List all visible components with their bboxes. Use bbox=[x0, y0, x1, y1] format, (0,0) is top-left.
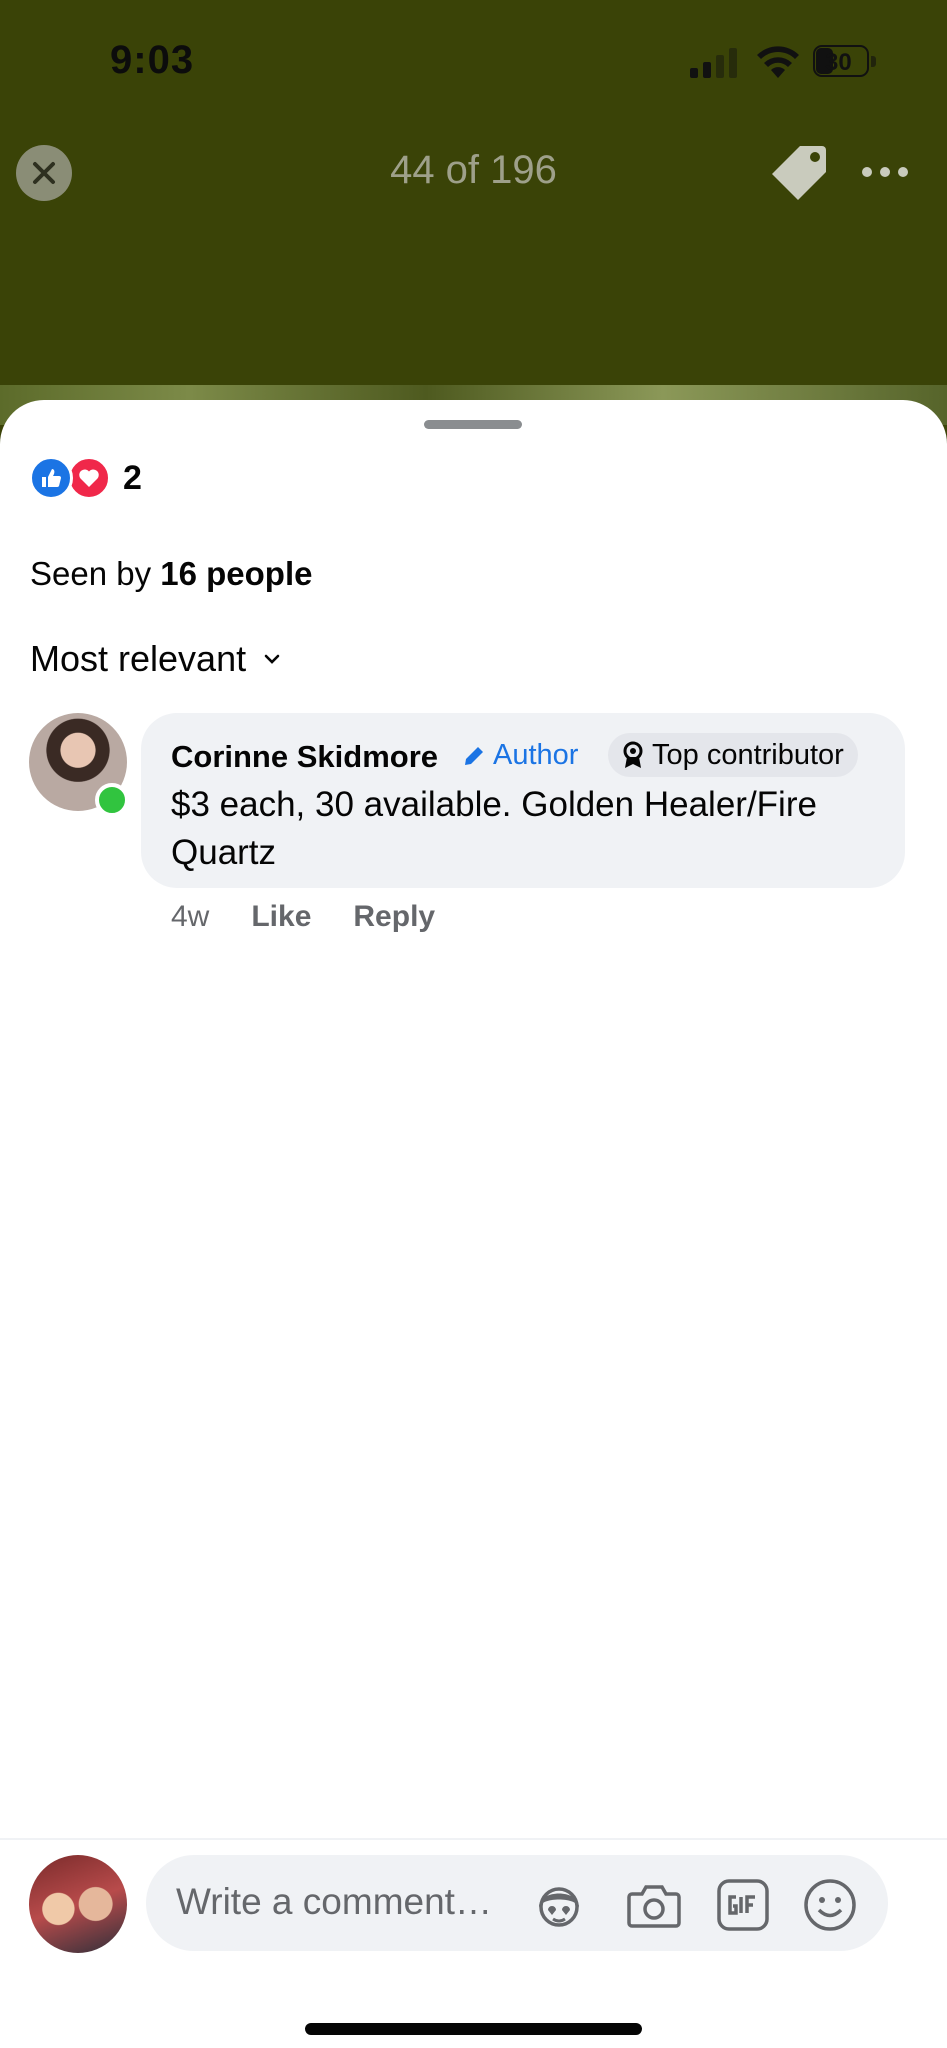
author-badge-label: Author bbox=[493, 739, 579, 771]
comment-bubble[interactable]: Corinne Skidmore Author Top contributor … bbox=[141, 713, 905, 888]
home-indicator bbox=[305, 2023, 642, 2035]
online-status-dot bbox=[95, 783, 129, 817]
top-contributor-badge[interactable]: Top contributor bbox=[608, 733, 858, 777]
camera-icon[interactable] bbox=[626, 1877, 682, 1933]
avatar-sticker-icon[interactable] bbox=[531, 1877, 587, 1933]
gif-icon[interactable] bbox=[715, 1877, 771, 1933]
current-user-avatar[interactable] bbox=[29, 1855, 127, 1953]
status-time: 9:03 bbox=[110, 38, 195, 82]
comment-text: $3 each, 30 available. Golden Healer/Fir… bbox=[171, 785, 817, 872]
love-icon bbox=[67, 456, 111, 500]
comment-actions: 4w Like Reply bbox=[171, 900, 435, 934]
seen-by-count: 16 people bbox=[160, 555, 313, 592]
battery-icon: 30 bbox=[813, 45, 879, 79]
battery-level: 30 bbox=[825, 49, 852, 76]
award-icon bbox=[623, 741, 643, 768]
wifi-icon bbox=[757, 46, 799, 78]
top-contributor-label: Top contributor bbox=[652, 738, 844, 771]
comments-sheet: 2 Seen by 16 people Most relevant Corinn… bbox=[0, 400, 947, 2048]
seen-by[interactable]: Seen by 16 people bbox=[30, 555, 313, 593]
tag-icon[interactable] bbox=[770, 142, 830, 202]
sort-dropdown[interactable]: Most relevant bbox=[30, 638, 280, 680]
seen-by-prefix: Seen by bbox=[30, 555, 161, 592]
comment-input[interactable]: Write a comment… bbox=[146, 1855, 888, 1951]
pencil-icon bbox=[465, 746, 483, 765]
comment-author[interactable]: Corinne Skidmore bbox=[171, 739, 438, 775]
comment-placeholder: Write a comment… bbox=[176, 1881, 492, 1922]
sheet-grabber[interactable] bbox=[424, 420, 522, 429]
reaction-count: 2 bbox=[123, 458, 142, 497]
reply-button[interactable]: Reply bbox=[353, 900, 435, 934]
emoji-icon[interactable] bbox=[802, 1877, 858, 1933]
more-options-button[interactable] bbox=[862, 160, 912, 184]
author-badge: Author bbox=[461, 739, 578, 772]
comment-age: 4w bbox=[171, 900, 210, 933]
cellular-signal-icon bbox=[690, 48, 737, 78]
reactions-summary[interactable]: 2 bbox=[29, 456, 142, 500]
sort-label: Most relevant bbox=[30, 638, 247, 679]
chevron-down-icon bbox=[264, 654, 280, 664]
like-button[interactable]: Like bbox=[251, 900, 311, 934]
composer-divider bbox=[0, 1838, 947, 1840]
like-icon bbox=[29, 456, 73, 500]
